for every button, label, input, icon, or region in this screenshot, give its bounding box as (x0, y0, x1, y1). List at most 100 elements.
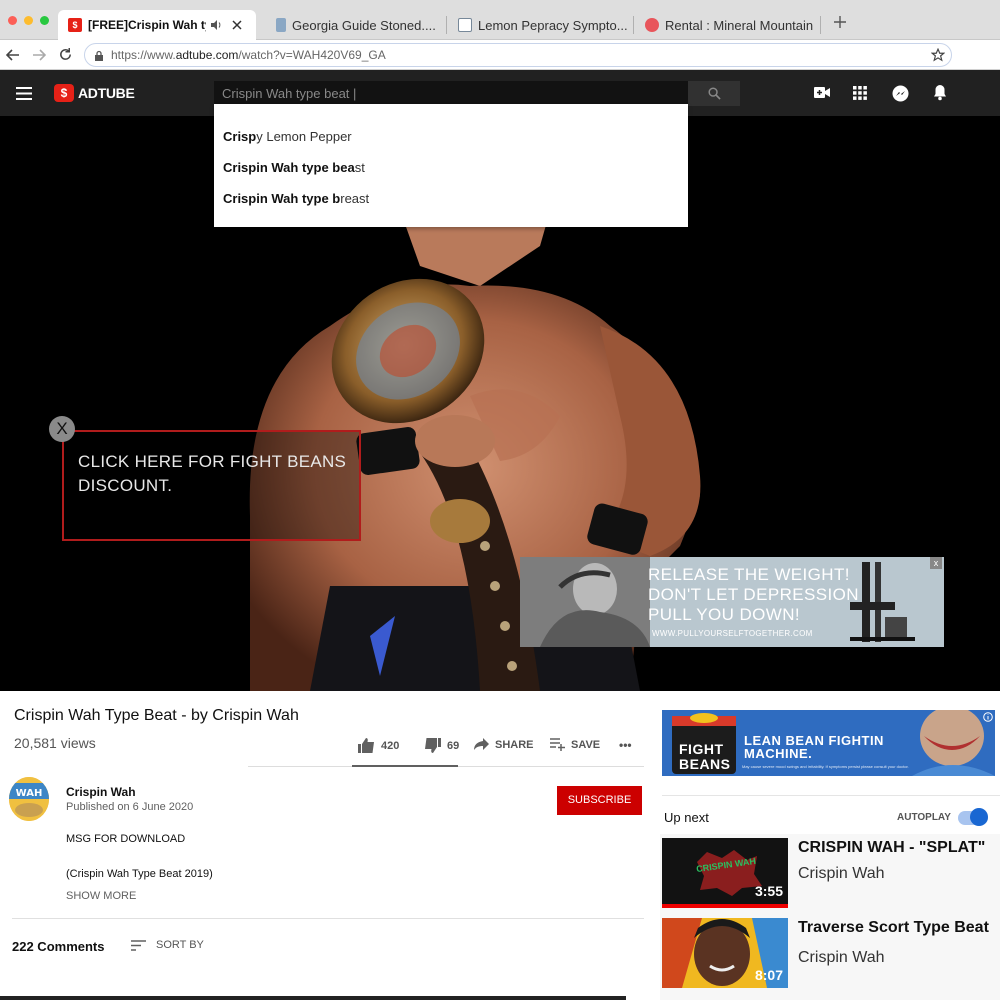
url-bar[interactable]: https://www. adtube.com/watch?v=WAH420V69… (84, 43, 952, 67)
save-playlist-icon (550, 738, 565, 751)
video-duration: 3:55 (754, 883, 783, 899)
suggestion-rest: y Lemon Pepper (256, 129, 352, 144)
minimize-window-button[interactable] (24, 16, 33, 25)
publish-date: Published on 6 June 2020 (66, 801, 194, 813)
fight-beans-sidebar-ad[interactable]: FIGHT BEANS LEAN BEAN FIGHTIN MACHINE. M… (662, 710, 995, 776)
related-video-thumbnail[interactable]: 8:07 (662, 918, 788, 988)
description-line-1: MSG FOR DOWNLOAD (66, 833, 186, 845)
lock-icon (95, 50, 103, 61)
sort-icon (131, 939, 146, 951)
sentiment-bar-fill (352, 765, 458, 767)
depression-banner-ad[interactable]: RELEASE THE WEIGHT! DON'T LET DEPRESSION… (520, 557, 944, 647)
notifications-bell-icon[interactable] (933, 84, 947, 101)
related-video-channel: Crispin Wah (798, 865, 885, 882)
hamburger-menu-icon[interactable] (16, 87, 32, 100)
more-actions-button[interactable]: ••• (619, 738, 632, 752)
banner-ad-url: WWW.PULLYOURSELFTOGETHER.COM (652, 629, 813, 638)
tab-label: Lemon Pepracy Sympto... (478, 17, 628, 33)
like-button[interactable]: 420 (358, 738, 399, 753)
banner-line-2: DON'T LET DEPRESSION (648, 585, 859, 604)
up-next-heading: Up next (664, 810, 709, 825)
share-button[interactable]: SHARE (474, 738, 534, 751)
url-path: /watch?v=WAH420V69_GA (238, 48, 386, 62)
sidebar-ad-headline: LEAN BEAN FIGHTIN MACHINE. (744, 734, 884, 760)
tab-label: Rental : Mineral Mountain (665, 17, 814, 33)
apps-grid-icon[interactable] (853, 86, 867, 100)
comment-count: 222 Comments (12, 939, 105, 954)
back-arrow-icon[interactable] (6, 48, 20, 62)
banner-line-1: RELEASE THE WEIGHT! (648, 565, 850, 584)
suggestion-rest: reast (340, 191, 370, 206)
tab-divider (633, 16, 634, 34)
video-title: Crispin Wah Type Beat - by Crispin Wah (14, 707, 299, 724)
banner-ad-close-button[interactable]: x (930, 557, 942, 569)
bottom-edge-bar (0, 996, 626, 1000)
logo-text: ADTUBE (78, 85, 135, 101)
autoplay-toggle-knob[interactable] (970, 808, 988, 826)
tab-divider (820, 16, 821, 34)
hospital-icon (458, 18, 472, 32)
tab-lemon-pepracy[interactable]: Lemon Pepracy Sympto... (448, 10, 632, 40)
adtube-logo-icon: $ (54, 84, 74, 102)
show-more-button[interactable]: SHOW MORE (66, 890, 136, 902)
overlay-ad-close-button[interactable]: X (49, 416, 75, 442)
dislike-count: 69 (447, 739, 460, 752)
save-label: SAVE (571, 738, 601, 751)
banner-line-3: PULL YOU DOWN! (648, 605, 801, 624)
related-video-title[interactable]: Traverse Scort Type Beat (798, 919, 989, 937)
banner-ad-headline: RELEASE THE WEIGHT! DON'T LET DEPRESSION… (648, 565, 859, 625)
thumbs-up-icon (358, 738, 374, 753)
search-suggestion[interactable]: Crispy Lemon Pepper (223, 129, 352, 144)
search-button[interactable] (688, 81, 740, 106)
more-actions-icon: ••• (619, 738, 632, 752)
thumbs-down-icon (425, 738, 441, 753)
messages-icon[interactable] (892, 85, 909, 102)
url-domain: adtube.com (175, 48, 239, 62)
ad-brand-line-2: BEANS (679, 756, 731, 772)
search-suggestion[interactable]: Crispin Wah type beast (223, 160, 365, 175)
maximize-window-button[interactable] (40, 16, 49, 25)
related-video-title[interactable]: CRISPIN WAH - "SPLAT" (798, 839, 985, 857)
tab-divider (446, 16, 447, 34)
dislike-button[interactable]: 69 (424, 738, 459, 753)
channel-avatar[interactable]: WAH (9, 777, 49, 821)
forward-arrow-icon[interactable] (32, 48, 46, 62)
new-tab-plus-icon[interactable] (833, 15, 847, 29)
search-suggestions-dropdown: Crispy Lemon Pepper Crispin Wah type bea… (214, 104, 688, 227)
search-icon (707, 87, 721, 100)
subscribe-button[interactable]: SUBSCRIBE (557, 786, 642, 815)
wah-logo-image: WAH (9, 777, 49, 821)
ad-brand-line-1: FIGHT (679, 741, 724, 757)
create-video-icon[interactable] (814, 86, 830, 99)
save-button[interactable]: SAVE (550, 738, 600, 751)
search-input[interactable]: Crispin Wah type beat | (214, 81, 688, 106)
bookmark-star-icon[interactable] (931, 48, 945, 62)
browser-address-bar: https://www. adtube.com/watch?v=WAH420V69… (0, 40, 1000, 70)
related-video-thumbnail[interactable]: CRISPIN WAH 3:55 (662, 838, 788, 908)
adtube-favicon-icon: $ (68, 18, 82, 32)
autoplay-label: AUTOPLAY (897, 812, 951, 823)
tab-georgia-guide[interactable]: Georgia Guide Stoned.... (266, 10, 446, 40)
ad-info-icon[interactable] (983, 712, 993, 722)
document-icon (276, 18, 286, 32)
description-line-2: (Crispin Wah Type Beat 2019) (66, 868, 213, 880)
screen: { "browser": { "tabs": [ {"label": "[FRE… (0, 0, 1000, 1000)
tab-label: [FREE]Crispin Wah typ (88, 18, 206, 32)
channel-name[interactable]: Crispin Wah (66, 785, 136, 799)
fight-beans-overlay-ad[interactable]: CLICK HERE FOR FIGHT BEANS DISCOUNT. (62, 430, 361, 541)
overlay-ad-text: CLICK HERE FOR FIGHT BEANS DISCOUNT. (78, 452, 347, 495)
suggestion-match: Crisp (223, 129, 257, 144)
search-suggestion[interactable]: Crispin Wah type breast (223, 191, 369, 206)
adtube-logo[interactable]: $ ADTUBE (54, 84, 135, 102)
close-window-button[interactable] (8, 16, 17, 25)
suggestion-match: Crispin Wah type bea (223, 160, 355, 175)
tab-adtube[interactable]: $ [FREE]Crispin Wah typ (58, 10, 256, 40)
tab-rental[interactable]: Rental : Mineral Mountain (635, 10, 820, 40)
tab-close-icon[interactable] (232, 20, 242, 30)
speaker-icon[interactable] (210, 19, 222, 31)
tab-label: Georgia Guide Stoned.... (292, 17, 436, 33)
sort-comments-button[interactable]: SORT BY (131, 939, 204, 951)
reload-icon[interactable] (58, 47, 73, 62)
ad-fine-print: May cause severe mood swings and irritab… (742, 764, 909, 769)
suggestion-match: Crispin Wah type b (223, 191, 341, 206)
